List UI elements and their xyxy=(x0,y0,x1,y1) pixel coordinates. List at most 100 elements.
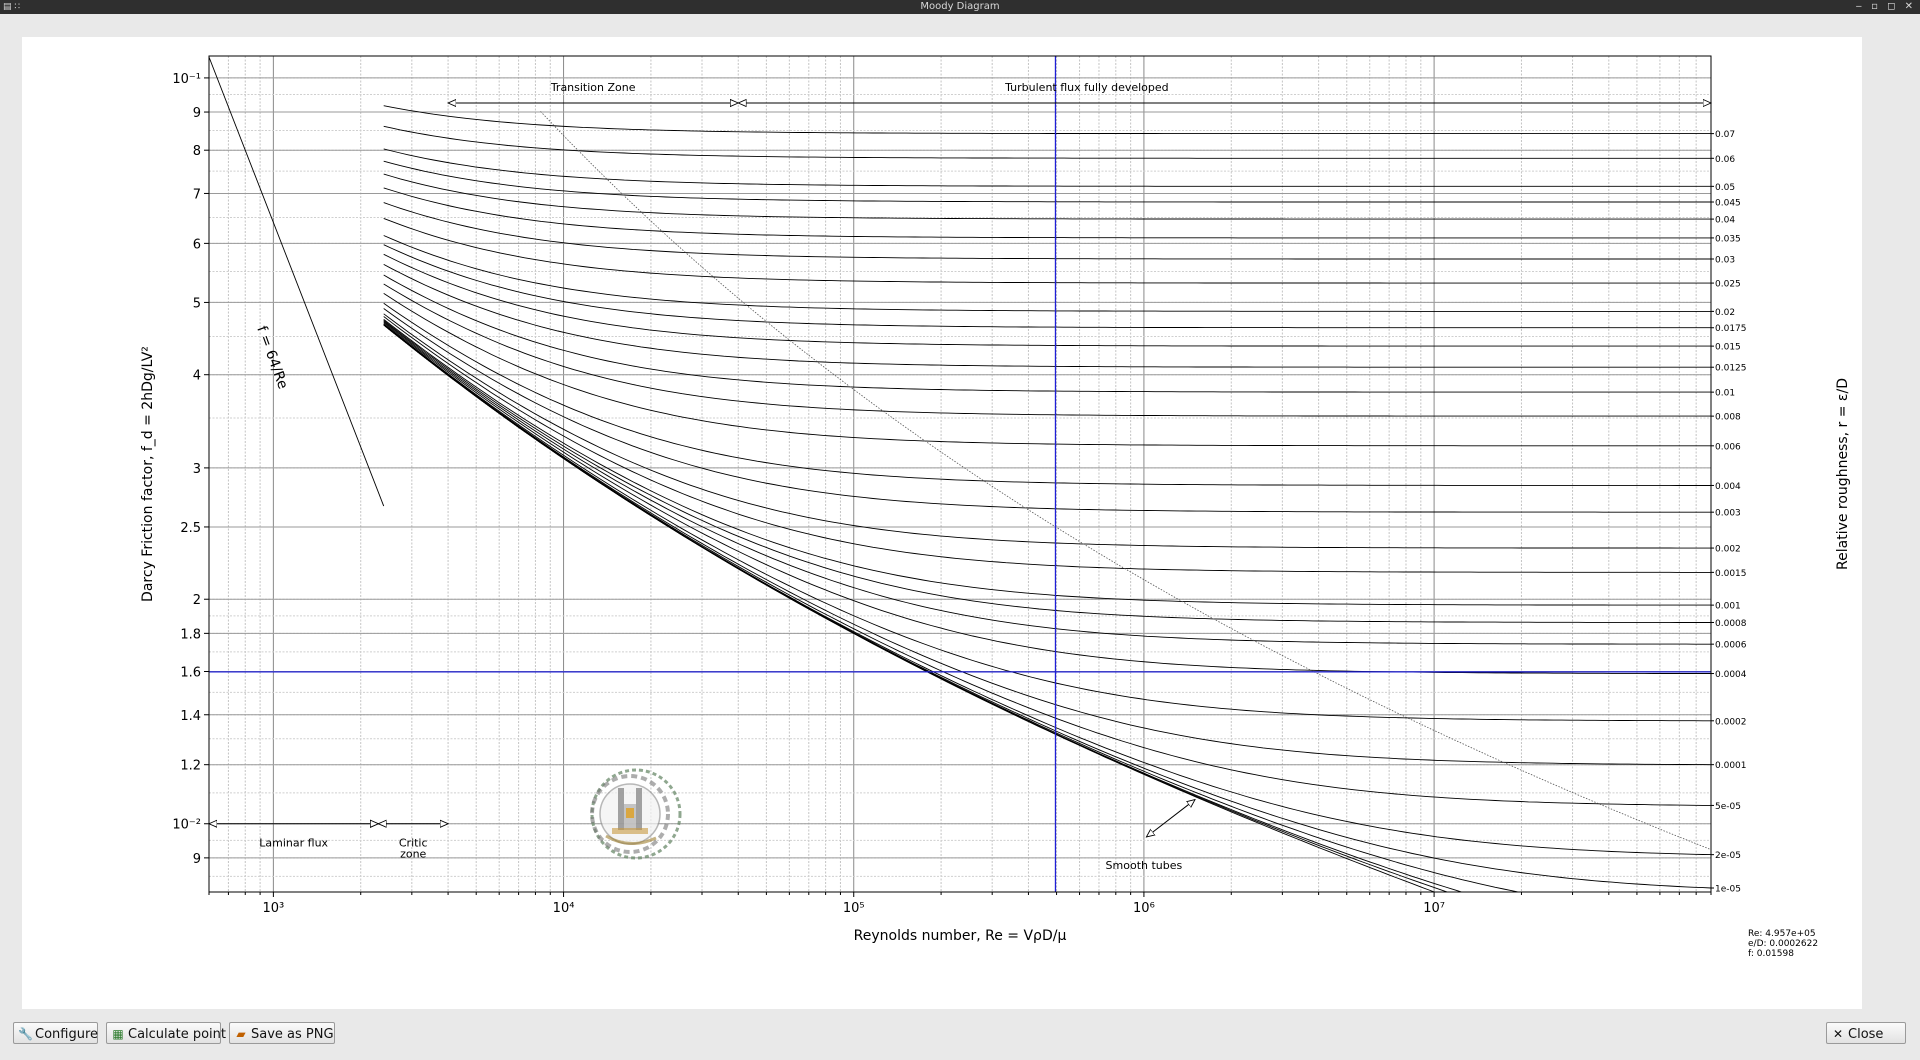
plot-frame xyxy=(208,55,1712,893)
x-tick-label: 10⁵ xyxy=(843,901,865,916)
roughness-label: 0.0001 xyxy=(1715,761,1747,771)
roughness-curve-17 xyxy=(383,313,1711,549)
smooth-tubes-arrow xyxy=(1146,800,1195,837)
y-tick-label: 10⁻² xyxy=(172,818,201,833)
roughness-curve-27 xyxy=(383,324,1711,889)
roughness-label: 0.004 xyxy=(1715,482,1741,492)
y-tick-label: 1.8 xyxy=(180,627,201,642)
roughness-label: 0.0015 xyxy=(1715,569,1747,579)
roughness-curve-15 xyxy=(383,302,1711,486)
calculator-icon: ▦ xyxy=(112,1027,124,1041)
roughness-curve-19 xyxy=(383,318,1711,606)
laminar-zone-label: Laminar flux xyxy=(259,837,328,850)
y-tick-label: 2.5 xyxy=(180,521,201,536)
save-icon: ▰ xyxy=(236,1027,246,1041)
y-tick-label: 2 xyxy=(193,593,201,608)
roughness-curve-22 xyxy=(383,322,1711,674)
window-title: Moody Diagram xyxy=(920,1,1000,12)
roughness-label: 0.05 xyxy=(1715,183,1735,193)
y-tick-label: 4 xyxy=(193,369,201,384)
roughness-label: 0.035 xyxy=(1715,234,1741,244)
moody-chart[interactable]: 10³ 10⁴ 10⁵ 10⁶ 10⁷ 10⁻¹ 9 8 7 6 5 4 3 2.5 2 1.8 1.6 1.4 1… xyxy=(22,37,1862,1009)
x-tick-label: 10⁴ xyxy=(553,901,575,916)
roughness-label: 0.03 xyxy=(1715,256,1735,266)
roughness-label: 5e-05 xyxy=(1715,802,1741,812)
readout-ed: e/D: 0.0002622 xyxy=(1748,939,1819,949)
roughness-curve-13 xyxy=(383,283,1711,417)
roughness-curve-1 xyxy=(383,125,1711,159)
y-tick-label: 1.6 xyxy=(180,666,201,681)
roughness-label: 0.008 xyxy=(1715,413,1741,423)
roughness-label: 0.0125 xyxy=(1715,364,1747,374)
y-tick-label: 3 xyxy=(193,462,201,477)
roughness-label: 0.006 xyxy=(1715,442,1741,452)
roughness-curve-24 xyxy=(383,323,1711,766)
window-controls[interactable]: ‒ ▫ ◻ ✕ xyxy=(1856,0,1916,14)
roughness-curve-31 xyxy=(383,324,1436,892)
roughness-curve-14 xyxy=(383,293,1711,447)
critic-zone-label: zone xyxy=(400,848,426,861)
y-tick-label: 6 xyxy=(193,237,201,252)
calculate-label: Calculate point xyxy=(128,1027,227,1042)
x-tick-label: 10⁷ xyxy=(1423,901,1445,916)
save-label: Save as PNG xyxy=(251,1027,334,1042)
transition-zone-label: Transition Zone xyxy=(550,81,636,94)
roughness-curve-8 xyxy=(383,235,1711,312)
roughness-curve-23 xyxy=(383,323,1711,722)
x-tick-label: 10⁶ xyxy=(1133,901,1155,916)
roughness-label: 0.002 xyxy=(1715,545,1741,555)
y-tick-label: 9 xyxy=(193,852,201,867)
close-icon: ✕ xyxy=(1832,1027,1844,1041)
roughness-label: 0.01 xyxy=(1715,389,1735,399)
y-tick-label: 5 xyxy=(193,296,201,311)
roughness-curve-9 xyxy=(383,244,1711,329)
roughness-label: 0.025 xyxy=(1715,280,1741,290)
roughness-curve-0 xyxy=(383,105,1711,135)
roughness-label: 0.06 xyxy=(1715,155,1735,165)
y-axis-label: Darcy Friction factor, f_d = 2hDg/LV² xyxy=(140,346,156,602)
calculate-point-button[interactable]: ▦ Calculate point xyxy=(106,1022,226,1044)
configure-label: Configure xyxy=(35,1027,99,1042)
x-tick-label: 10³ xyxy=(262,901,284,916)
roughness-curve-6 xyxy=(383,202,1711,260)
laminar-formula-label: f = 64/Re xyxy=(253,324,291,391)
y-tick-label: 8 xyxy=(193,144,201,159)
roughness-label: 2e-05 xyxy=(1715,851,1741,861)
roughness-curve-10 xyxy=(383,253,1711,347)
roughness-label: 0.0008 xyxy=(1715,619,1747,629)
y-tick-label: 7 xyxy=(193,187,201,202)
point-readout: Re: 4.957e+05 e/D: 0.0002622 f: 0.01598 xyxy=(1748,929,1818,959)
roughness-label: 0.07 xyxy=(1715,130,1735,140)
university-logo xyxy=(590,768,682,860)
roughness-curve-30 xyxy=(383,324,1449,892)
y-tick-label: 10⁻¹ xyxy=(172,72,201,87)
y-tick-label: 1.2 xyxy=(180,759,201,774)
roughness-label: 0.04 xyxy=(1715,216,1735,226)
roughness-curve-4 xyxy=(383,173,1711,220)
laminar-line xyxy=(209,56,385,507)
close-label: Close xyxy=(1848,1027,1884,1042)
roughness-label: 0.02 xyxy=(1715,308,1735,318)
save-png-button[interactable]: ▰ Save as PNG xyxy=(229,1022,335,1044)
y-tick-label: 1.4 xyxy=(180,709,201,724)
roughness-curve-26 xyxy=(383,324,1711,856)
configure-button[interactable]: 🔧 Configure xyxy=(13,1022,98,1044)
roughness-label: 0.045 xyxy=(1715,199,1741,209)
smooth-tubes-label: Smooth tubes xyxy=(1106,859,1183,872)
roughness-label: 0.015 xyxy=(1715,343,1741,353)
roughness-curve-28 xyxy=(383,324,1521,892)
roughness-curve-7 xyxy=(383,217,1711,284)
y-tick-label: 9 xyxy=(193,106,201,121)
title-bar: ▤ ∷ Moody Diagram ‒ ▫ ◻ ✕ xyxy=(0,0,1920,14)
roughness-label: 1e-05 xyxy=(1715,884,1741,894)
readout-re: Re: 4.957e+05 xyxy=(1748,929,1816,939)
roughness-curve-5 xyxy=(383,187,1711,239)
readout-f: f: 0.01598 xyxy=(1748,949,1794,959)
close-button[interactable]: ✕ Close xyxy=(1826,1022,1906,1044)
roughness-label: 0.001 xyxy=(1715,602,1741,612)
roughness-label: 0.003 xyxy=(1715,509,1741,519)
x-axis-label: Reynolds number, Re = VρD/μ xyxy=(854,928,1067,944)
turbulent-zone-label: Turbulent flux fully developed xyxy=(1004,81,1169,94)
roughness-curve-16 xyxy=(383,308,1711,513)
roughness-label: 0.0175 xyxy=(1715,324,1747,334)
